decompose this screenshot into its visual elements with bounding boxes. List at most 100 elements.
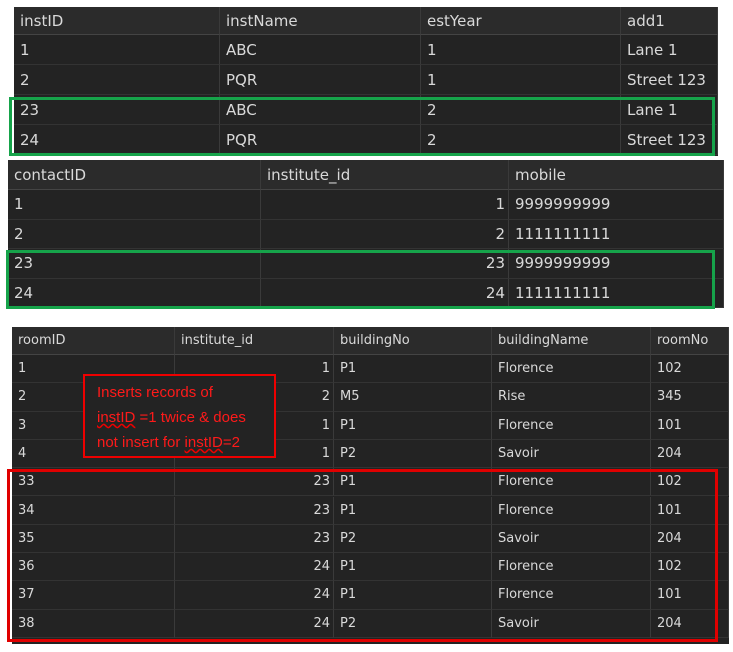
annotation-line-2: instID =1 twice & does [97, 405, 274, 430]
room-cell-institute-id[interactable]: 24 [175, 553, 334, 582]
inst-column-header-instid[interactable]: instID [14, 7, 220, 35]
contact-cell-institute-id[interactable]: 2 [261, 219, 509, 249]
room-cell-buildingno[interactable]: P2 [334, 524, 492, 554]
inst-cell-instname[interactable]: ABC [220, 35, 421, 65]
inst-cell-instid[interactable]: 24 [14, 125, 220, 155]
room-cell-buildingname[interactable]: Florence [492, 553, 651, 582]
room-cell-buildingname[interactable]: Rise [492, 383, 651, 412]
contact-cell-institute-id[interactable]: 23 [261, 249, 509, 279]
annotation-line-3: not insert for instID=2 [97, 430, 274, 455]
room-cell-roomno[interactable]: 101 [651, 496, 729, 525]
contact-cell-mobile[interactable]: 9999999999 [509, 190, 724, 220]
contact-cell-contactid[interactable]: 24 [8, 278, 261, 308]
room-cell-institute-id[interactable]: 24 [175, 609, 334, 638]
room-cell-institute-id[interactable]: 23 [175, 468, 334, 497]
room-cell-institute-id[interactable]: 23 [175, 496, 334, 525]
inst-cell-instid[interactable]: 1 [14, 35, 220, 65]
contact-cell-institute-id[interactable]: 24 [261, 278, 509, 308]
contact-table-row[interactable]: 1 1 9999999999 [8, 190, 724, 220]
room-cell-roomno[interactable]: 101 [651, 581, 729, 610]
room-column-header-buildingname[interactable]: buildingName [492, 327, 651, 355]
inst-column-header-estyear[interactable]: estYear [421, 7, 621, 35]
inst-cell-instname[interactable]: PQR [220, 65, 421, 95]
inst-cell-add1[interactable]: Street 123 [621, 125, 718, 155]
contact-cell-contactid[interactable]: 23 [8, 249, 261, 279]
room-table-row[interactable]: 34 23 P1 Florence 101 [12, 496, 729, 525]
room-cell-roomno[interactable]: 101 [651, 411, 729, 440]
inst-cell-add1[interactable]: Street 123 [621, 65, 718, 95]
inst-cell-instname[interactable]: ABC [220, 95, 421, 125]
contact-table-row[interactable]: 2 2 1111111111 [8, 219, 724, 249]
room-cell-roomid[interactable]: 38 [12, 609, 175, 638]
room-table-row[interactable]: 38 24 P2 Savoir 204 [12, 609, 729, 638]
room-column-header-roomno[interactable]: roomNo [651, 327, 729, 355]
inst-cell-estyear[interactable]: 2 [421, 125, 621, 155]
room-cell-buildingname[interactable]: Savoir [492, 439, 651, 469]
room-cell-roomid[interactable]: 36 [12, 553, 175, 582]
contact-header-row: contactID institute_id mobile [8, 160, 724, 190]
room-cell-buildingname[interactable]: Savoir [492, 609, 651, 638]
inst-cell-estyear[interactable]: 2 [421, 95, 621, 125]
room-cell-roomno[interactable]: 102 [651, 553, 729, 582]
room-cell-roomid[interactable]: 34 [12, 496, 175, 525]
inst-table-row[interactable]: 24 PQR 2 Street 123 [14, 125, 718, 155]
inst-cell-estyear[interactable]: 1 [421, 65, 621, 95]
inst-column-header-instname[interactable]: instName [220, 7, 421, 35]
room-cell-buildingname[interactable]: Savoir [492, 524, 651, 554]
room-cell-buildingno[interactable]: P1 [334, 355, 492, 384]
room-cell-buildingname[interactable]: Florence [492, 496, 651, 525]
annotation-callout: Inserts records of instID =1 twice & doe… [83, 374, 276, 458]
room-column-header-institute-id[interactable]: institute_id [175, 327, 334, 355]
room-cell-roomno[interactable]: 102 [651, 468, 729, 497]
room-cell-roomid[interactable]: 37 [12, 581, 175, 610]
room-cell-buildingno[interactable]: P1 [334, 496, 492, 525]
contact-column-header-contactid[interactable]: contactID [8, 160, 261, 190]
room-cell-buildingname[interactable]: Florence [492, 355, 651, 384]
room-cell-buildingno[interactable]: P2 [334, 439, 492, 469]
room-cell-institute-id[interactable]: 24 [175, 581, 334, 610]
room-cell-roomno[interactable]: 102 [651, 355, 729, 384]
room-cell-roomid[interactable]: 35 [12, 524, 175, 554]
room-cell-roomid[interactable]: 33 [12, 468, 175, 497]
room-cell-buildingno[interactable]: P1 [334, 553, 492, 582]
contact-table-row[interactable]: 24 24 1111111111 [8, 278, 724, 308]
inst-cell-instid[interactable]: 23 [14, 95, 220, 125]
inst-cell-instname[interactable]: PQR [220, 125, 421, 155]
room-cell-buildingno[interactable]: P1 [334, 581, 492, 610]
inst-cell-estyear[interactable]: 1 [421, 35, 621, 65]
contact-cell-mobile[interactable]: 9999999999 [509, 249, 724, 279]
inst-table-row[interactable]: 1 ABC 1 Lane 1 [14, 35, 718, 65]
room-cell-buildingname[interactable]: Florence [492, 581, 651, 610]
room-cell-roomno[interactable]: 345 [651, 383, 729, 412]
contact-cell-institute-id[interactable]: 1 [261, 190, 509, 220]
room-cell-buildingno[interactable]: P1 [334, 411, 492, 440]
contact-cell-contactid[interactable]: 1 [8, 190, 261, 220]
room-table-row[interactable]: 35 23 P2 Savoir 204 [12, 524, 729, 554]
inst-table-row[interactable]: 23 ABC 2 Lane 1 [14, 95, 718, 125]
room-table-row[interactable]: 33 23 P1 Florence 102 [12, 468, 729, 497]
room-column-header-buildingno[interactable]: buildingNo [334, 327, 492, 355]
room-cell-roomno[interactable]: 204 [651, 524, 729, 554]
room-cell-buildingno[interactable]: P2 [334, 609, 492, 638]
room-cell-buildingname[interactable]: Florence [492, 468, 651, 497]
room-cell-buildingno[interactable]: M5 [334, 383, 492, 412]
room-cell-institute-id[interactable]: 23 [175, 524, 334, 554]
room-table-row[interactable]: 37 24 P1 Florence 101 [12, 581, 729, 610]
contact-cell-mobile[interactable]: 1111111111 [509, 219, 724, 249]
inst-cell-add1[interactable]: Lane 1 [621, 95, 718, 125]
inst-cell-instid[interactable]: 2 [14, 65, 220, 95]
contact-cell-mobile[interactable]: 1111111111 [509, 278, 724, 308]
contact-column-header-institute-id[interactable]: institute_id [261, 160, 509, 190]
room-column-header-roomid[interactable]: roomID [12, 327, 175, 355]
contact-cell-contactid[interactable]: 2 [8, 219, 261, 249]
contact-column-header-mobile[interactable]: mobile [509, 160, 724, 190]
inst-column-header-add1[interactable]: add1 [621, 7, 718, 35]
room-cell-buildingno[interactable]: P1 [334, 468, 492, 497]
room-cell-roomno[interactable]: 204 [651, 609, 729, 638]
contact-table-row[interactable]: 23 23 9999999999 [8, 249, 724, 279]
room-cell-roomno[interactable]: 204 [651, 439, 729, 469]
room-table-row[interactable]: 36 24 P1 Florence 102 [12, 553, 729, 582]
inst-cell-add1[interactable]: Lane 1 [621, 35, 718, 65]
inst-table-row[interactable]: 2 PQR 1 Street 123 [14, 65, 718, 95]
room-cell-buildingname[interactable]: Florence [492, 411, 651, 440]
